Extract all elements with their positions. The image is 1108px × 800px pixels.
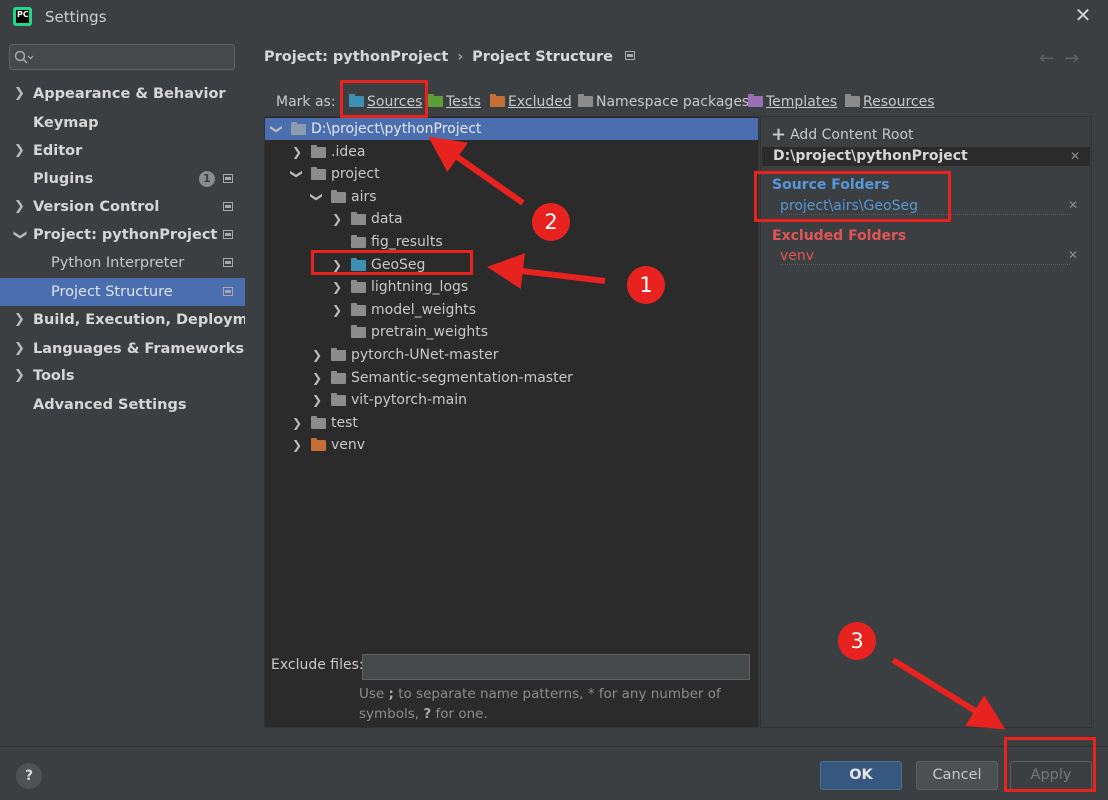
annotation-number-1: 1	[627, 266, 665, 304]
annotation-arrow-2	[428, 136, 525, 206]
annotation-number-3: 3	[838, 622, 876, 660]
annotation-number-2: 2	[532, 203, 570, 241]
annotation-arrow-1	[487, 253, 606, 290]
annotation-arrows	[428, 136, 1006, 730]
annotation-arrow-3	[891, 657, 1006, 730]
